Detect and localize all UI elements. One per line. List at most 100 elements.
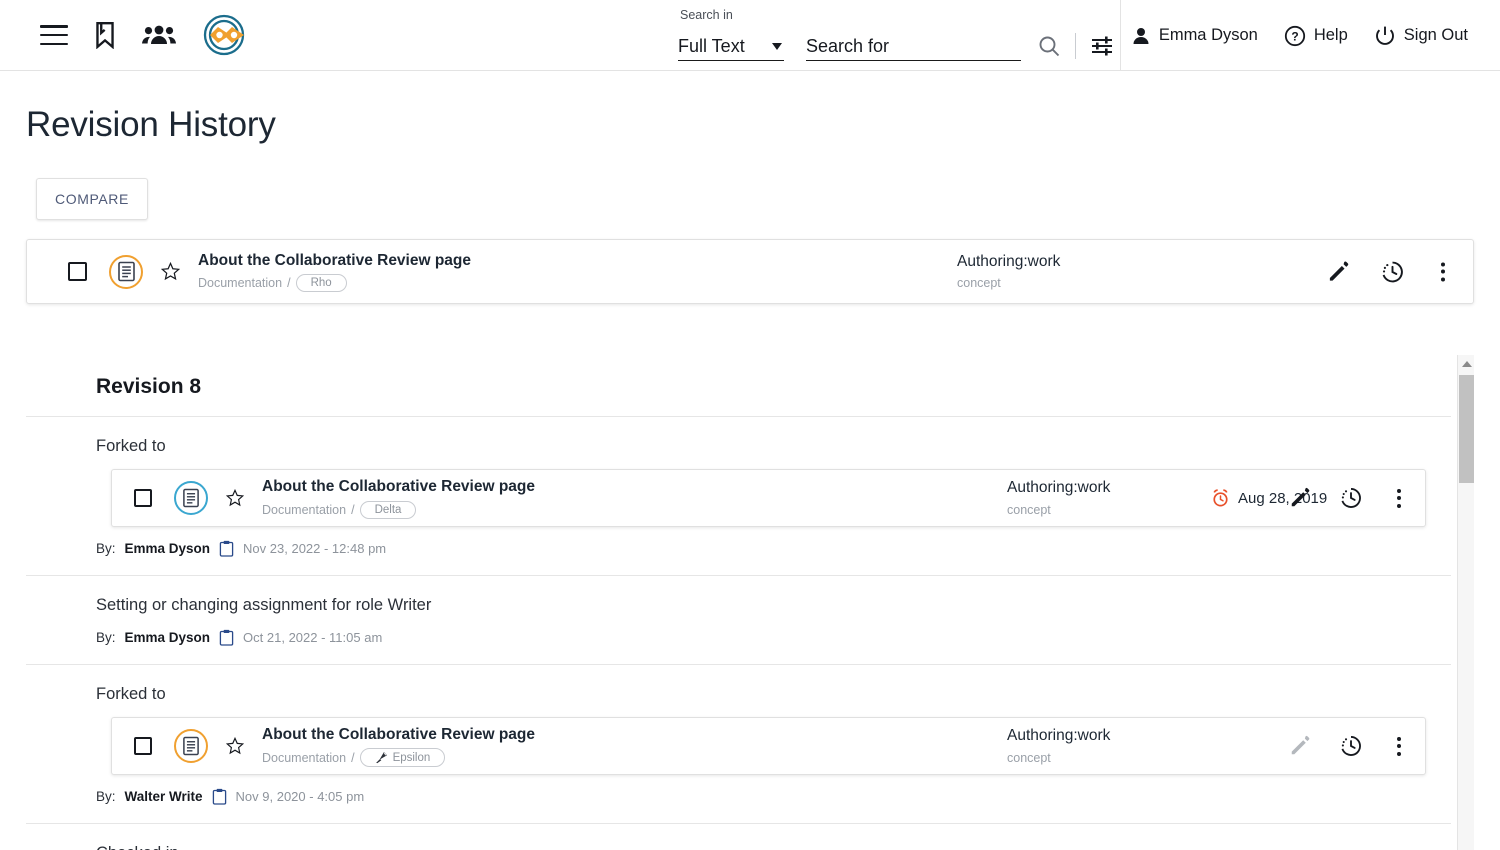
branch-pill[interactable]: Delta bbox=[359, 500, 417, 519]
history-clock-icon[interactable] bbox=[1380, 259, 1405, 284]
search-in-label: Search in bbox=[680, 8, 733, 22]
document-type: concept bbox=[1007, 502, 1051, 517]
author-name: Emma Dyson bbox=[124, 630, 211, 645]
clipboard-icon bbox=[212, 788, 226, 805]
bookmark-icon[interactable] bbox=[92, 21, 118, 49]
scroll-up-arrow-icon[interactable] bbox=[1458, 355, 1474, 372]
pin-tool-icon bbox=[375, 752, 387, 764]
by-label: By: bbox=[96, 789, 116, 804]
search-icon[interactable] bbox=[1037, 34, 1061, 58]
people-group-icon[interactable] bbox=[142, 23, 176, 47]
checkbox-unchecked-icon[interactable] bbox=[68, 262, 87, 281]
nested-document-wrapper: About the Collaborative Review page Docu… bbox=[96, 456, 1426, 527]
breadcrumb-root: Documentation bbox=[262, 502, 347, 517]
document-breadcrumb: Documentation / Rho bbox=[198, 274, 471, 293]
help-button[interactable]: ? Help bbox=[1284, 25, 1348, 47]
revision-event: Forked to About the Collaborative Review… bbox=[26, 665, 1451, 823]
search-in-select[interactable]: Search in Full Text bbox=[678, 8, 784, 61]
top-navigation-bar: Search in Full Text Search for Emma Dyso… bbox=[0, 0, 1500, 71]
document-icon[interactable] bbox=[174, 729, 208, 763]
search-area: Search in Full Text bbox=[678, 0, 1114, 71]
forked-document-actions bbox=[1289, 734, 1407, 758]
vertical-scrollbar[interactable] bbox=[1457, 355, 1474, 850]
search-for-wrapper bbox=[806, 36, 1021, 61]
star-outline-icon[interactable] bbox=[226, 489, 244, 507]
event-byline: By: Walter Write Nov 9, 2020 - 4:05 pm bbox=[96, 775, 1451, 823]
more-vertical-icon[interactable] bbox=[1391, 735, 1407, 758]
document-icon[interactable] bbox=[174, 481, 208, 515]
clipboard-icon bbox=[219, 540, 234, 557]
event-title: Forked to bbox=[96, 437, 166, 455]
hamburger-menu-icon[interactable] bbox=[40, 25, 68, 45]
document-type: concept bbox=[1007, 750, 1051, 765]
search-actions bbox=[1037, 33, 1114, 61]
revision-event: Checked in By: Walter Write Sep 4, 2020 … bbox=[26, 824, 1451, 850]
scrollbar-thumb[interactable] bbox=[1459, 375, 1474, 483]
filter-settings-icon[interactable] bbox=[1090, 34, 1114, 58]
revision-heading: Revision 8 bbox=[96, 375, 202, 398]
app-logo-icon[interactable] bbox=[200, 10, 252, 60]
clipboard-icon bbox=[219, 629, 234, 646]
top-bar-right: Emma Dyson ? Help Sign Out bbox=[1131, 0, 1468, 71]
star-outline-icon[interactable] bbox=[226, 737, 244, 755]
document-title-link[interactable]: About the Collaborative Review page bbox=[262, 477, 535, 496]
pencil-edit-icon[interactable] bbox=[1327, 260, 1350, 283]
document-breadcrumb: Documentation / Epsilon bbox=[262, 748, 535, 768]
event-byline: By: Emma Dyson Nov 23, 2022 - 12:48 pm bbox=[96, 527, 1451, 575]
revision-event: Forked to About the Collaborative Review… bbox=[26, 417, 1451, 575]
page-title: Revision History bbox=[26, 105, 276, 144]
revision-history-scroll-region: Revision 8 Forked to About the Collabora… bbox=[26, 355, 1474, 850]
nested-document-wrapper: About the Collaborative Review page Docu… bbox=[96, 704, 1426, 775]
event-title: Checked in bbox=[96, 824, 1451, 850]
breadcrumb-separator: / bbox=[351, 502, 355, 517]
search-in-value: Full Text bbox=[678, 36, 745, 56]
author-name: Walter Write bbox=[124, 789, 203, 804]
help-label: Help bbox=[1313, 26, 1348, 44]
pencil-edit-icon bbox=[1289, 735, 1311, 757]
user-account-button[interactable]: Emma Dyson bbox=[1131, 26, 1258, 46]
user-name: Emma Dyson bbox=[1158, 26, 1258, 44]
breadcrumb-root: Documentation bbox=[198, 276, 283, 291]
workflow-state: Authoring:work bbox=[1007, 479, 1111, 497]
revision-event: Setting or changing assignment for role … bbox=[26, 576, 1451, 664]
forked-document-actions bbox=[1289, 486, 1407, 510]
event-title: Setting or changing assignment for role … bbox=[96, 596, 432, 614]
avatar-person-icon bbox=[1133, 27, 1149, 44]
svg-text:?: ? bbox=[1291, 29, 1298, 43]
star-outline-icon[interactable] bbox=[161, 262, 180, 281]
chevron-down-icon[interactable] bbox=[772, 43, 782, 50]
history-clock-icon[interactable] bbox=[1339, 734, 1363, 758]
more-vertical-icon[interactable] bbox=[1391, 487, 1407, 510]
document-title-link[interactable]: About the Collaborative Review page bbox=[198, 251, 471, 270]
forked-document-meta: Authoring:work concept bbox=[1007, 479, 1110, 517]
forked-document-row[interactable]: About the Collaborative Review page Docu… bbox=[111, 717, 1426, 775]
event-title: Forked to bbox=[96, 685, 166, 703]
workflow-state: Authoring:work bbox=[957, 252, 1061, 270]
page-body: Revision History COMPARE About the Colla… bbox=[0, 71, 1500, 850]
breadcrumb-separator: / bbox=[287, 276, 291, 291]
forked-document-row[interactable]: About the Collaborative Review page Docu… bbox=[111, 469, 1426, 527]
search-input[interactable] bbox=[806, 36, 1021, 61]
branch-label: Epsilon bbox=[392, 751, 431, 764]
branch-pill[interactable]: Rho bbox=[295, 274, 347, 293]
checkbox-unchecked-icon[interactable] bbox=[134, 737, 152, 755]
history-clock-icon[interactable] bbox=[1339, 486, 1363, 510]
forked-document-meta: Authoring:work concept bbox=[1007, 727, 1110, 765]
compare-button[interactable]: COMPARE bbox=[36, 178, 148, 220]
by-label: By: bbox=[96, 630, 116, 645]
pencil-edit-icon[interactable] bbox=[1289, 487, 1311, 509]
document-icon[interactable] bbox=[109, 254, 143, 289]
header-divider bbox=[1120, 0, 1121, 71]
document-title-link[interactable]: About the Collaborative Review page bbox=[262, 725, 535, 744]
more-vertical-icon[interactable] bbox=[1435, 260, 1451, 283]
checkbox-unchecked-icon[interactable] bbox=[134, 489, 152, 507]
branch-label: Rho bbox=[310, 277, 332, 290]
branch-pill[interactable]: Epsilon bbox=[359, 748, 446, 768]
event-date: Oct 21, 2022 - 11:05 am bbox=[243, 630, 383, 645]
event-date: Nov 9, 2020 - 4:05 pm bbox=[235, 789, 365, 804]
main-document-row[interactable]: About the Collaborative Review page Docu… bbox=[26, 239, 1474, 304]
event-byline: By: Emma Dyson Oct 21, 2022 - 11:05 am bbox=[96, 615, 1451, 664]
main-document-meta: Authoring:work concept bbox=[957, 253, 1060, 291]
main-document-text: About the Collaborative Review page Docu… bbox=[198, 251, 471, 293]
sign-out-button[interactable]: Sign Out bbox=[1374, 25, 1468, 47]
